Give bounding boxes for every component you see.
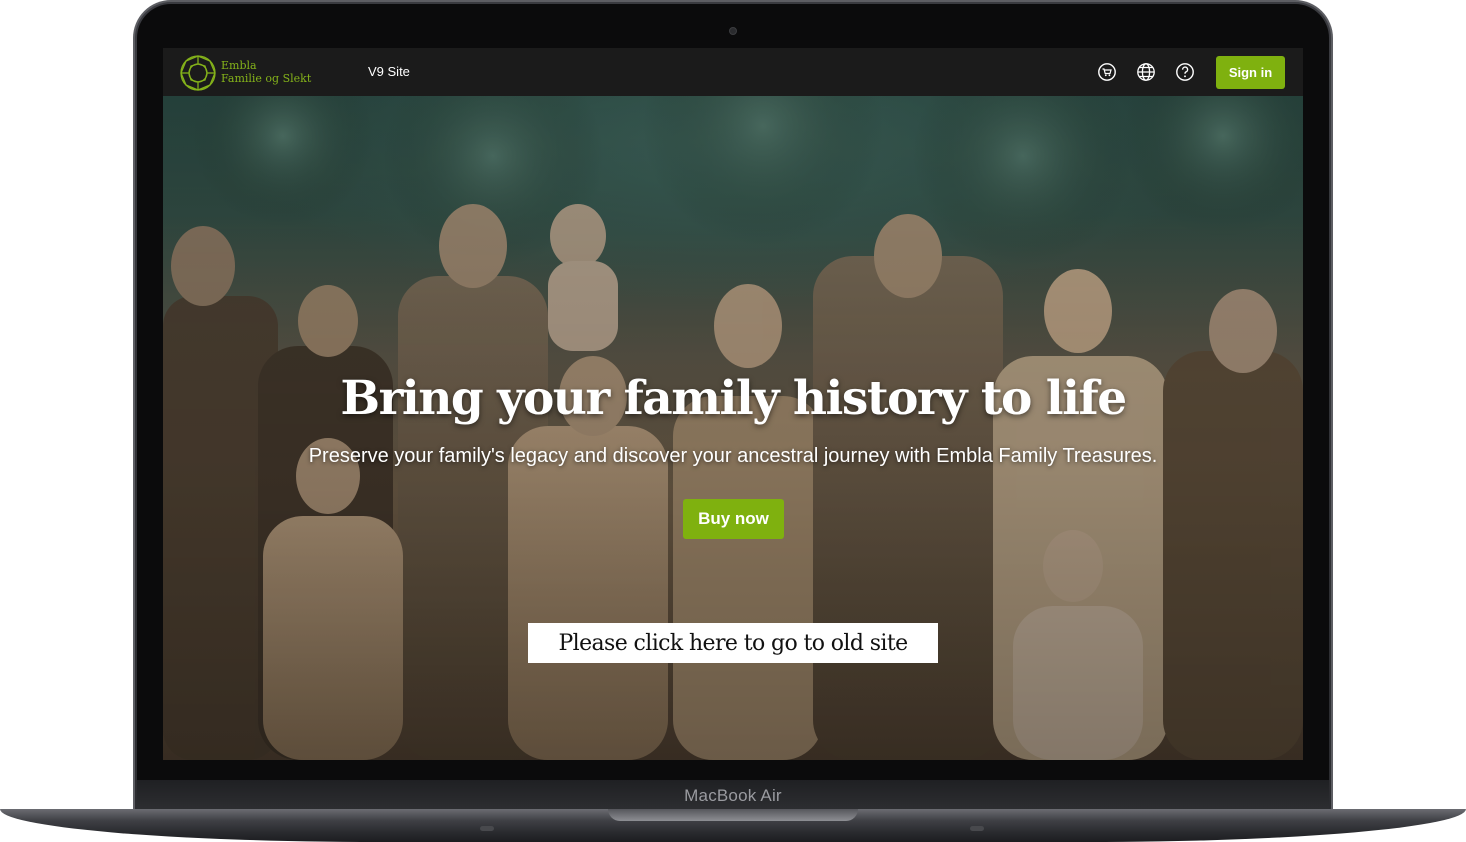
sign-in-button[interactable]: Sign in <box>1216 56 1285 89</box>
top-nav-bar: Embla Familie og Slekt V9 Site Sign in <box>163 48 1303 96</box>
device-model-label: MacBook Air <box>684 786 782 805</box>
buy-now-button[interactable]: Buy now <box>683 499 784 539</box>
logo-line-1: Embla <box>221 59 257 72</box>
globe-icon[interactable] <box>1136 62 1156 82</box>
laptop-foot-left <box>480 826 494 831</box>
help-icon[interactable] <box>1175 62 1195 82</box>
old-site-link[interactable]: Please click here to go to old site <box>528 623 938 663</box>
cart-icon[interactable] <box>1097 62 1117 82</box>
browser-screen: Embla Familie og Slekt V9 Site Sign in B… <box>163 48 1303 760</box>
site-version-label[interactable]: V9 Site <box>368 64 410 79</box>
laptop-base-notch <box>608 809 858 821</box>
logo-text[interactable]: Embla Familie og Slekt <box>221 59 311 85</box>
logo-line-2: Familie og Slekt <box>221 72 312 85</box>
camera-icon <box>729 27 737 35</box>
hero-title: Bring your family history to life <box>340 371 1127 426</box>
laptop-foot-right <box>970 826 984 831</box>
hero-subtitle: Preserve your family's legacy and discov… <box>308 445 1158 467</box>
embla-logo-icon[interactable] <box>179 54 217 92</box>
hero-section: Bring your family history to life Preser… <box>163 96 1303 760</box>
